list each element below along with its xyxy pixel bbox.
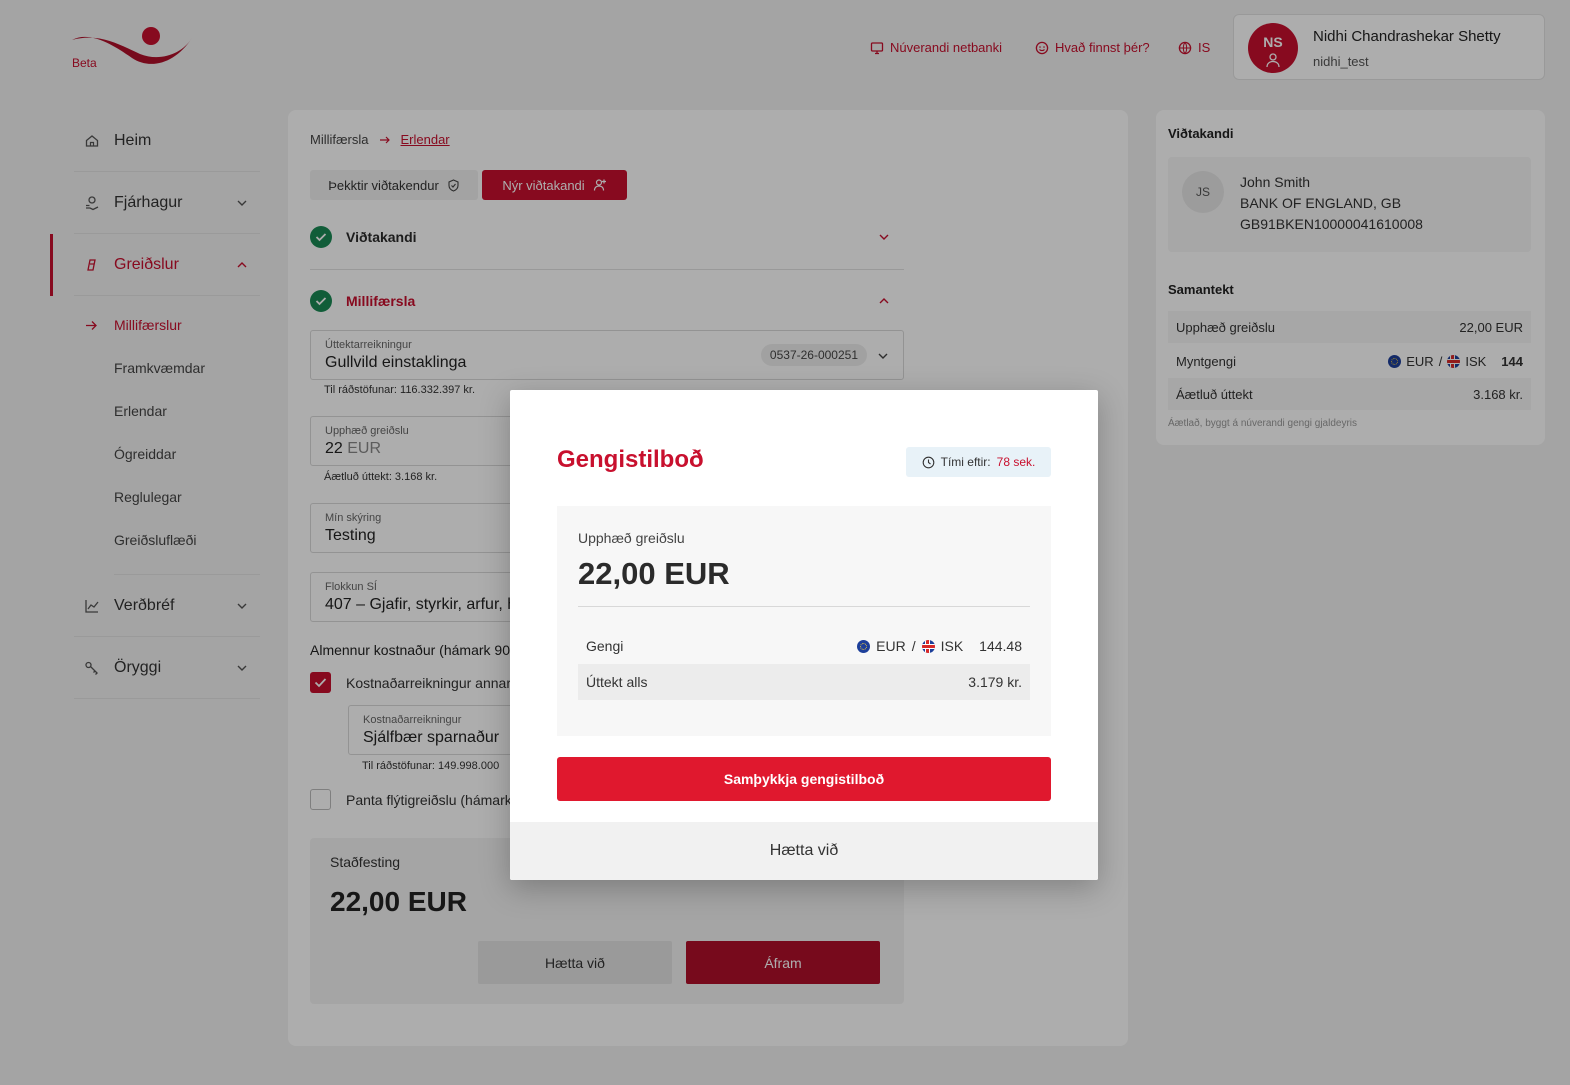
rate-label: Gengi [586, 638, 624, 654]
eu-flag-icon [857, 639, 871, 653]
rate-to: ISK [940, 638, 964, 654]
total-value: 3.179 kr. [968, 674, 1022, 690]
divider [578, 606, 1030, 607]
rate-from: EUR [876, 638, 906, 654]
total-row: Úttekt alls 3.179 kr. [578, 664, 1030, 700]
countdown-timer: Tími eftir: 78 sek. [906, 447, 1051, 477]
iceland-flag-icon [921, 639, 935, 653]
rate-value: 144.48 [979, 638, 1022, 654]
rate-value-group: EUR / ISK 144.48 [857, 638, 1022, 654]
accept-offer-button[interactable]: Samþykkja gengistilboð [557, 757, 1051, 801]
total-label: Úttekt alls [586, 674, 648, 690]
timer-label: Tími eftir: [940, 455, 991, 469]
exchange-offer-dialog: Gengistilboð Tími eftir: 78 sek. Upphæð … [510, 390, 1098, 880]
offer-amount-label: Upphæð greiðslu [578, 530, 685, 546]
dialog-cancel-button[interactable]: Hætta við [510, 822, 1098, 880]
offer-details: Upphæð greiðslu 22,00 EUR Gengi EUR / IS… [557, 506, 1051, 736]
clock-icon [922, 456, 934, 468]
timer-value: 78 sek. [996, 455, 1036, 469]
dialog-title: Gengistilboð [557, 446, 704, 473]
rate-row: Gengi EUR / ISK 144.48 [578, 628, 1030, 664]
rate-separator: / [911, 638, 916, 654]
offer-amount: 22,00 EUR [578, 556, 730, 591]
